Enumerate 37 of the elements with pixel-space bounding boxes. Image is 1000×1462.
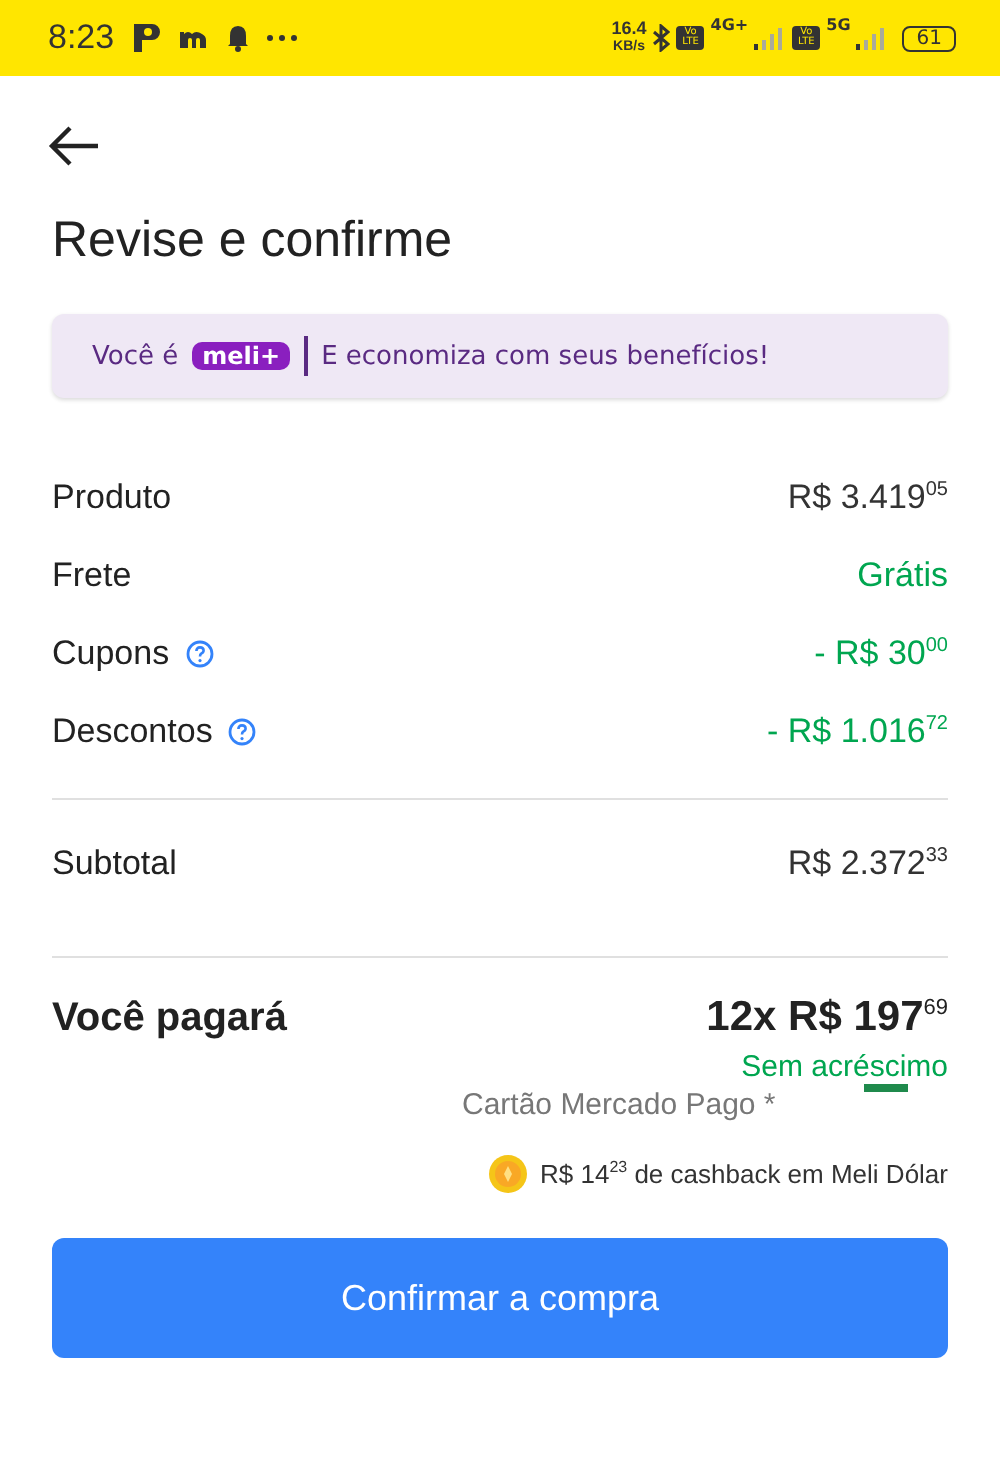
summary-label: Cupons [52, 633, 170, 673]
summary-label: Descontos [52, 711, 213, 751]
help-icon[interactable] [185, 639, 214, 667]
summary-value: - R$ 1.016$^{72}$ [766, 711, 948, 751]
banner-text: E economiza com seus benefícios! [321, 341, 770, 371]
status-time: 8:23 [48, 18, 115, 58]
total-label: Você pagará [52, 995, 287, 1041]
battery-indicator: 61 [902, 25, 956, 51]
summary-value: - R$ 30$^{00}$ [814, 633, 948, 673]
signal-icon [856, 26, 889, 50]
interest-note: Sem acréscimo [741, 1050, 948, 1084]
subtotal-value: R$ 2.372$^{33}$ [787, 844, 948, 884]
total-value: 12x R$ 197$^{69}$ [706, 994, 948, 1042]
subtotal-label: Subtotal [52, 844, 177, 884]
network-label: 5G [826, 16, 851, 34]
speed-value: 16.4 [611, 20, 647, 38]
page-title: Revise e confirme [52, 212, 455, 270]
help-icon[interactable] [228, 717, 257, 745]
bluetooth-icon [652, 24, 671, 52]
confirm-button[interactable]: Confirmar a compra [52, 1238, 948, 1358]
parking-icon [130, 22, 163, 54]
cashback-text: R$ 14$^{23}$ de cashback em Meli Dólar [539, 1158, 948, 1190]
bell-icon [226, 24, 251, 52]
signal-icon [754, 26, 787, 50]
coin-icon [487, 1154, 528, 1194]
payment-method: Cartão Mercado Pago * [462, 1088, 778, 1122]
network-label: 4G+ [710, 16, 749, 34]
meli-plus-badge: meli+ [192, 342, 291, 370]
summary-value: R$ 3.419$^{05}$ [787, 477, 948, 517]
m-logo-icon [178, 26, 211, 50]
banner-prefix: Você é [92, 341, 179, 371]
summary-value: Grátis [857, 555, 948, 595]
more-icon [266, 34, 299, 42]
summary-label: Produto [52, 477, 172, 517]
underline-mark [864, 1084, 908, 1092]
summary-label: Frete [52, 555, 132, 595]
back-arrow-icon[interactable] [48, 124, 100, 168]
